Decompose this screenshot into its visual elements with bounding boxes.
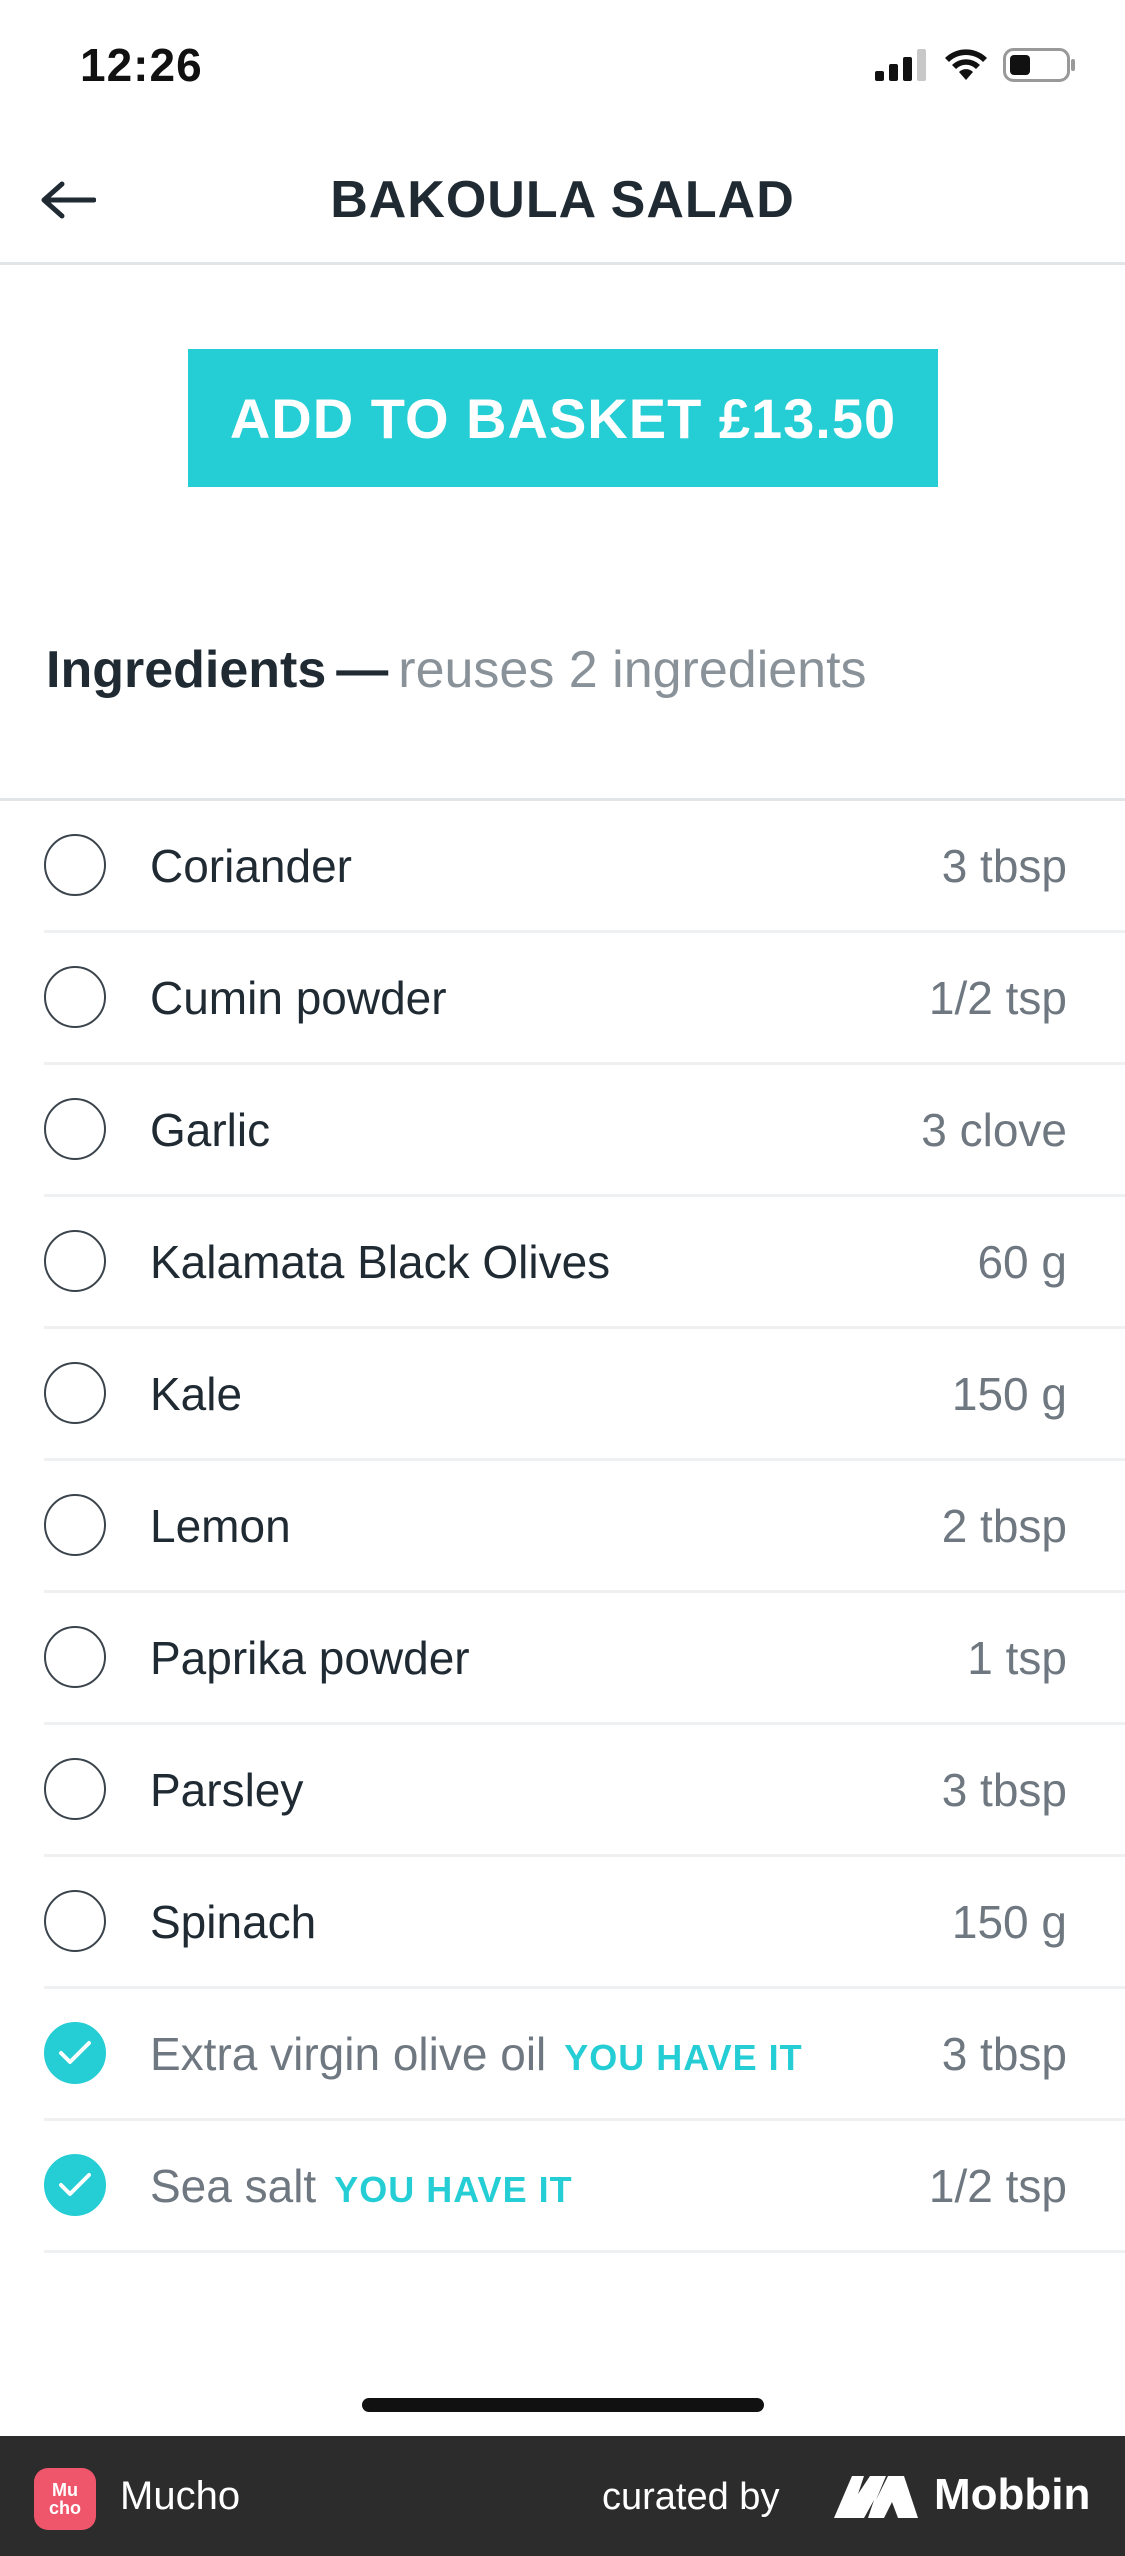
ingredient-row[interactable]: Parsley 3 tbsp	[44, 1725, 1125, 1857]
ingredient-name-text: Kalamata Black Olives	[150, 1236, 611, 1288]
unchecked-checkbox[interactable]	[44, 1362, 106, 1424]
ingredient-row[interactable]: Paprika powder 1 tsp	[44, 1593, 1125, 1725]
ingredient-quantity: 1 tsp	[967, 1632, 1067, 1684]
ingredient-name-text: Spinach	[150, 1896, 317, 1948]
mobbin-logo-icon	[834, 2476, 918, 2518]
ingredient-quantity: 1/2 tsp	[928, 2160, 1067, 2212]
section-subtitle: reuses 2 ingredients	[398, 641, 867, 699]
ingredient-quantity: 1/2 tsp	[928, 972, 1067, 1024]
checked-checkbox[interactable]	[44, 2022, 106, 2084]
signal-icon	[875, 49, 926, 81]
ingredient-name: Lemon	[150, 1499, 291, 1553]
ingredient-quantity: 60 g	[977, 1236, 1067, 1288]
ingredient-name-text: Parsley	[150, 1764, 304, 1816]
ingredient-row[interactable]: Garlic 3 clove	[44, 1065, 1125, 1197]
ingredient-name: Coriander	[150, 839, 352, 893]
unchecked-checkbox[interactable]	[44, 1098, 106, 1160]
ingredient-name: Cumin powder	[150, 971, 447, 1025]
checkmark-icon	[59, 2041, 91, 2064]
ingredient-name: Spinach	[150, 1895, 316, 1949]
unchecked-checkbox[interactable]	[44, 1890, 106, 1952]
unchecked-checkbox[interactable]	[44, 1230, 106, 1292]
ingredient-quantity: 3 clove	[921, 1104, 1067, 1156]
ingredient-name: Kalamata Black Olives	[150, 1235, 610, 1289]
ingredient-name: Paprika powder	[150, 1631, 470, 1685]
ingredient-name: Sea salt YOU HAVE IT	[150, 2159, 573, 2213]
ingredient-row[interactable]: Coriander 3 tbsp	[44, 801, 1125, 933]
home-indicator	[362, 2398, 764, 2412]
footer-app-name: Mucho	[120, 2474, 241, 2518]
ingredient-list: Coriander 3 tbsp Cumin powder 1/2 tsp Garlic…	[0, 801, 1125, 2253]
ingredient-name-text: Sea salt	[150, 2160, 317, 2212]
nav-bar: BAKOULA SALAD	[0, 140, 1125, 265]
ingredient-row[interactable]: Cumin powder 1/2 tsp	[44, 933, 1125, 1065]
ingredient-quantity: 3 tbsp	[941, 840, 1067, 892]
unchecked-checkbox[interactable]	[44, 834, 106, 896]
ingredient-quantity: 150 g	[951, 1896, 1067, 1948]
wifi-icon	[945, 49, 987, 80]
unchecked-checkbox[interactable]	[44, 966, 106, 1028]
ingredient-quantity: 3 tbsp	[941, 1764, 1067, 1816]
checked-checkbox[interactable]	[44, 2154, 106, 2216]
ingredient-name-text: Garlic	[150, 1104, 271, 1156]
ingredient-quantity: 3 tbsp	[941, 2028, 1067, 2080]
ingredients-heading: Ingredients — reuses 2 ingredients	[46, 640, 867, 700]
ingredient-quantity: 150 g	[951, 1368, 1067, 1420]
ingredient-row[interactable]: Kale 150 g	[44, 1329, 1125, 1461]
footer-brand: Mobbin	[934, 2470, 1091, 2519]
battery-icon	[1003, 48, 1075, 82]
status-time: 12:26	[80, 39, 203, 91]
status-bar: 12:26	[0, 0, 1125, 140]
unchecked-checkbox[interactable]	[44, 1758, 106, 1820]
ingredient-name-text: Coriander	[150, 840, 352, 892]
status-icons	[875, 48, 1077, 82]
unchecked-checkbox[interactable]	[44, 1494, 106, 1556]
ingredient-name: Garlic	[150, 1103, 270, 1157]
ingredient-row[interactable]: Kalamata Black Olives 60 g	[44, 1197, 1125, 1329]
ingredient-row[interactable]: Sea salt YOU HAVE IT 1/2 tsp	[44, 2121, 1125, 2253]
ingredient-row[interactable]: Extra virgin olive oil YOU HAVE IT 3 tbsp	[44, 1989, 1125, 2121]
ingredient-name-text: Kale	[150, 1368, 243, 1420]
section-title: Ingredients	[46, 641, 327, 699]
section-separator: —	[336, 641, 389, 699]
curated-by-text: curated by	[602, 2476, 780, 2518]
ingredient-name: Extra virgin olive oil YOU HAVE IT	[150, 2027, 803, 2081]
ingredient-quantity: 2 tbsp	[941, 1500, 1067, 1552]
add-to-basket-button[interactable]: ADD TO BASKET £13.50	[188, 349, 938, 487]
ingredient-row[interactable]: Spinach 150 g	[44, 1857, 1125, 1989]
ingredient-name: Kale	[150, 1367, 242, 1421]
ingredient-name-text: Cumin powder	[150, 972, 447, 1024]
page-title: BAKOULA SALAD	[330, 171, 795, 229]
ingredient-name: Parsley	[150, 1763, 303, 1817]
you-have-it-badge: YOU HAVE IT	[564, 2037, 803, 2078]
you-have-it-badge: YOU HAVE IT	[334, 2169, 573, 2210]
checkmark-icon	[59, 2173, 91, 2196]
ingredient-row[interactable]: Lemon 2 tbsp	[44, 1461, 1125, 1593]
mucho-logo: Mu cho	[34, 2468, 96, 2530]
footer-bar: Mu cho Mucho curated by Mobbin	[0, 2436, 1125, 2556]
unchecked-checkbox[interactable]	[44, 1626, 106, 1688]
ingredient-name-text: Lemon	[150, 1500, 291, 1552]
ingredient-name-text: Paprika powder	[150, 1632, 470, 1684]
ingredient-name-text: Extra virgin olive oil	[150, 2028, 547, 2080]
